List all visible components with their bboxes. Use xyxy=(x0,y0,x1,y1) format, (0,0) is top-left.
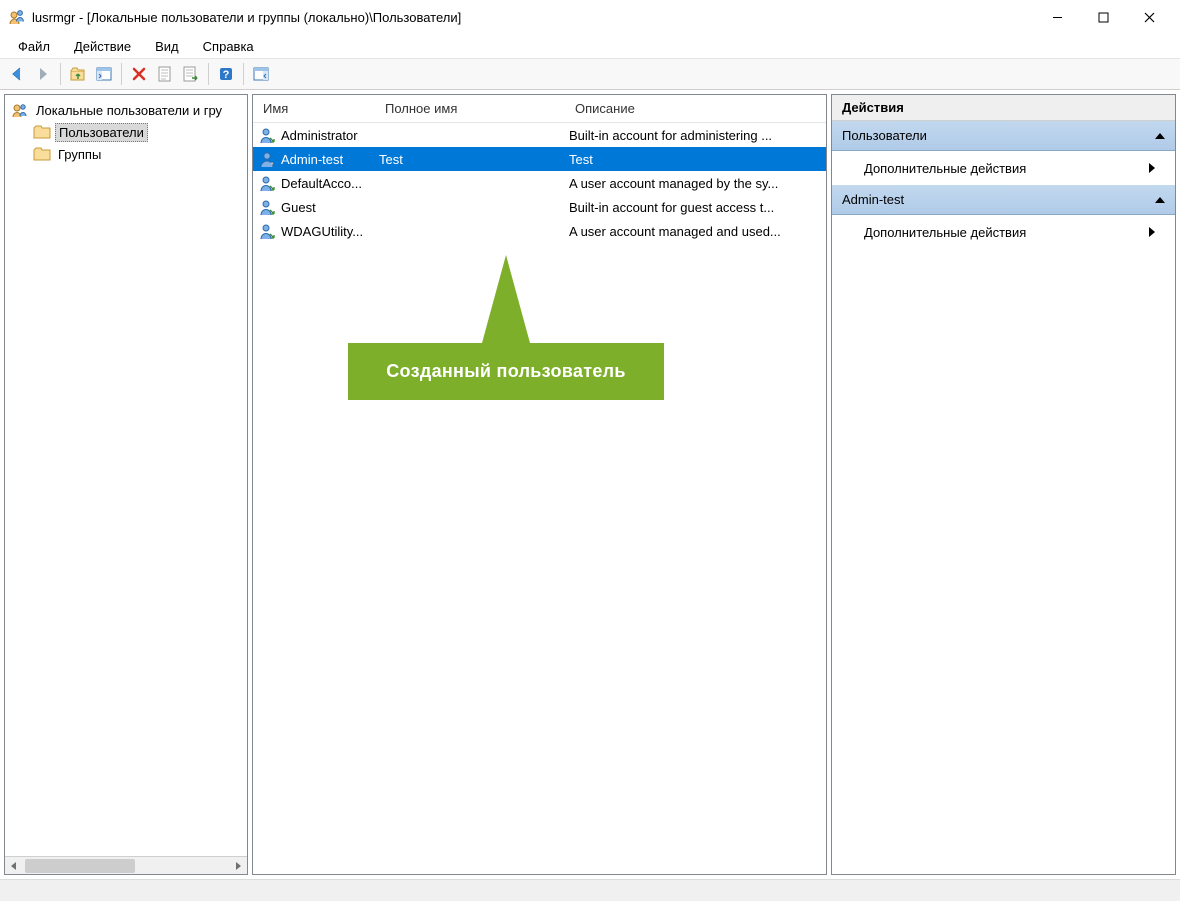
list-body[interactable]: Administrator Built-in account for admini… xyxy=(253,123,826,243)
title-bar: lusrmgr - [Локальные пользователи и груп… xyxy=(0,0,1180,34)
cell-description: A user account managed by the sy... xyxy=(565,176,826,191)
annotation-callout: Созданный пользователь xyxy=(348,255,664,400)
cell-name: WDAGUtility... xyxy=(277,224,375,239)
nav-back-button[interactable] xyxy=(4,61,30,87)
submenu-icon xyxy=(1149,227,1155,237)
tree-root[interactable]: Локальные пользователи и гру xyxy=(5,99,247,121)
menu-bar: Файл Действие Вид Справка xyxy=(0,34,1180,58)
nav-forward-button[interactable] xyxy=(30,61,56,87)
horizontal-scrollbar[interactable] xyxy=(5,856,247,874)
actions-item-more-1[interactable]: Дополнительные действия xyxy=(832,151,1175,185)
delete-button[interactable] xyxy=(126,61,152,87)
actions-title: Действия xyxy=(832,95,1175,121)
users-groups-icon xyxy=(11,102,29,118)
list-row[interactable]: Admin-testTestTest xyxy=(253,147,826,171)
toolbar-separator xyxy=(243,63,244,85)
list-pane: Имя Полное имя Описание Administrator Bui… xyxy=(252,94,827,875)
column-description[interactable]: Описание xyxy=(565,101,826,116)
toolbar-separator xyxy=(60,63,61,85)
cell-full-name: Test xyxy=(375,152,565,167)
cell-description: Built-in account for administering ... xyxy=(565,128,826,143)
menu-file[interactable]: Файл xyxy=(6,36,62,57)
tree-pane: Локальные пользователи и гру Пользовател… xyxy=(4,94,248,875)
callout-text: Созданный пользователь xyxy=(348,343,664,400)
cell-description: Built-in account for guest access t... xyxy=(565,200,826,215)
help-button[interactable]: ? xyxy=(213,61,239,87)
tree-body[interactable]: Локальные пользователи и гру Пользовател… xyxy=(5,95,247,856)
export-list-button[interactable] xyxy=(178,61,204,87)
collapse-icon xyxy=(1155,197,1165,203)
show-hide-action-pane-button[interactable] xyxy=(248,61,274,87)
up-level-button[interactable] xyxy=(65,61,91,87)
show-hide-tree-button[interactable] xyxy=(91,61,117,87)
column-name[interactable]: Имя xyxy=(253,101,375,116)
actions-item-label: Дополнительные действия xyxy=(864,225,1026,240)
close-button[interactable] xyxy=(1126,2,1172,32)
menu-view[interactable]: Вид xyxy=(143,36,191,57)
actions-section-selection-label: Admin-test xyxy=(842,192,904,207)
cell-name: Guest xyxy=(277,200,375,215)
actions-item-label: Дополнительные действия xyxy=(864,161,1026,176)
scroll-right-icon[interactable] xyxy=(229,858,247,874)
cell-name: DefaultAcco... xyxy=(277,176,375,191)
cell-description: A user account managed and used... xyxy=(565,224,826,239)
column-full-name[interactable]: Полное имя xyxy=(375,101,565,116)
user-icon xyxy=(257,150,277,168)
list-row[interactable]: WDAGUtility... A user account managed and… xyxy=(253,219,826,243)
cell-description: Test xyxy=(565,152,826,167)
toolbar-separator xyxy=(208,63,209,85)
user-icon xyxy=(257,174,277,192)
tree-item-users[interactable]: Пользователи xyxy=(5,121,247,143)
window-controls xyxy=(1034,2,1172,32)
tree-item-groups[interactable]: Группы xyxy=(5,143,247,165)
maximize-button[interactable] xyxy=(1080,2,1126,32)
user-icon xyxy=(257,222,277,240)
scroll-left-icon[interactable] xyxy=(5,858,23,874)
folder-icon xyxy=(33,147,51,161)
actions-section-users[interactable]: Пользователи xyxy=(832,121,1175,151)
actions-section-selection[interactable]: Admin-test xyxy=(832,185,1175,215)
actions-item-more-2[interactable]: Дополнительные действия xyxy=(832,215,1175,249)
app-icon xyxy=(8,8,26,26)
toolbar: ? xyxy=(0,58,1180,90)
properties-button[interactable] xyxy=(152,61,178,87)
user-icon xyxy=(257,198,277,216)
cell-name: Administrator xyxy=(277,128,375,143)
actions-pane: Действия Пользователи Дополнительные дей… xyxy=(831,94,1176,875)
menu-action[interactable]: Действие xyxy=(62,36,143,57)
list-row[interactable]: Administrator Built-in account for admini… xyxy=(253,123,826,147)
svg-text:?: ? xyxy=(223,69,230,81)
toolbar-separator xyxy=(121,63,122,85)
folder-icon xyxy=(33,125,51,139)
submenu-icon xyxy=(1149,163,1155,173)
list-row[interactable]: DefaultAcco... A user account managed by … xyxy=(253,171,826,195)
tree-groups-label: Группы xyxy=(55,146,104,163)
user-icon xyxy=(257,126,277,144)
cell-name: Admin-test xyxy=(277,152,375,167)
callout-arrow-icon xyxy=(482,255,530,343)
window-title: lusrmgr - [Локальные пользователи и груп… xyxy=(32,10,1034,25)
status-bar xyxy=(0,879,1180,901)
tree-root-label: Локальные пользователи и гру xyxy=(33,102,225,119)
minimize-button[interactable] xyxy=(1034,2,1080,32)
list-header: Имя Полное имя Описание xyxy=(253,95,826,123)
tree-users-label: Пользователи xyxy=(55,123,148,142)
client-area: Локальные пользователи и гру Пользовател… xyxy=(0,90,1180,879)
menu-help[interactable]: Справка xyxy=(191,36,266,57)
list-row[interactable]: Guest Built-in account for guest access t… xyxy=(253,195,826,219)
collapse-icon xyxy=(1155,133,1165,139)
actions-section-users-label: Пользователи xyxy=(842,128,927,143)
scroll-thumb[interactable] xyxy=(25,859,135,873)
